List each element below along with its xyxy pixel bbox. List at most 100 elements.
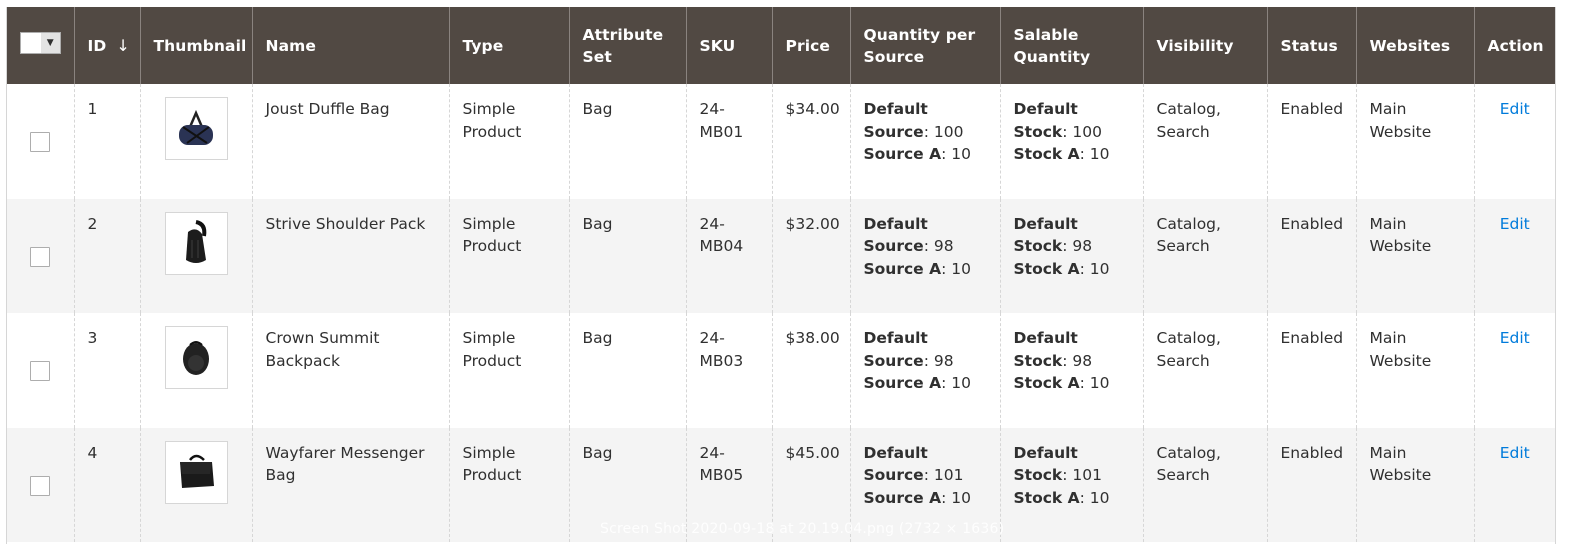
column-header-type[interactable]: Type: [448, 7, 569, 84]
edit-link[interactable]: Edit: [1500, 215, 1530, 233]
column-header-label: ID: [87, 36, 107, 55]
id-cell: 2: [73, 198, 140, 313]
column-header-status[interactable]: Status: [1266, 7, 1356, 84]
quantity-line: Source A: 10: [863, 259, 971, 278]
edit-link[interactable]: Edit: [1500, 100, 1530, 118]
column-header-sku[interactable]: SKU: [685, 7, 772, 84]
select-cell: [7, 427, 74, 542]
salable-quantity-cell: Default Stock: 98 Stock A: 10: [999, 198, 1143, 313]
row-checkbox[interactable]: [30, 132, 51, 152]
quantity-line: Default Source: 98: [863, 214, 954, 256]
thumbnail-cell: [139, 84, 252, 199]
product-thumbnail[interactable]: [164, 97, 228, 160]
type-cell: Simple Product: [448, 84, 569, 199]
quantity-value: 10: [1089, 374, 1110, 392]
websites-cell: Main Website: [1355, 427, 1474, 542]
quantity-line: Stock A: 10: [1013, 374, 1110, 392]
name-cell: Crown Summit Backpack: [251, 313, 449, 428]
caret-down-icon[interactable]: ▼: [40, 33, 60, 53]
quantity-value: 98: [1072, 237, 1093, 255]
action-cell: Edit: [1473, 427, 1555, 542]
column-header-visibility[interactable]: Visibility: [1142, 7, 1267, 84]
quantity-label: Source A: [863, 374, 942, 392]
quantity-label: Default Source: [863, 214, 928, 256]
visibility-cell: Catalog, Search: [1142, 84, 1267, 199]
id-cell: 1: [73, 84, 140, 199]
quantity-value: 98: [933, 351, 954, 370]
column-header-attribute-set[interactable]: Attribute Set: [568, 7, 686, 84]
product-thumbnail[interactable]: [164, 440, 228, 504]
price-cell: $34.00: [771, 84, 850, 199]
column-header-action: Action: [1473, 7, 1555, 84]
quantity-label: Default Source: [863, 329, 928, 370]
product-thumbnail[interactable]: [164, 211, 228, 275]
quantity-value: 10: [951, 259, 971, 278]
quantity-value: 10: [1089, 259, 1110, 278]
quantity-line: Source A: 10: [863, 145, 971, 163]
column-header-websites[interactable]: Websites: [1355, 7, 1474, 84]
column-header-thumbnail: Thumbnail: [139, 7, 252, 84]
row-checkbox[interactable]: [30, 246, 51, 267]
product-thumbnail[interactable]: [164, 326, 228, 389]
quantity-line: Stock A: 10: [1013, 488, 1110, 507]
websites-cell: Main Website: [1355, 198, 1474, 313]
quantity-label: Source A: [863, 259, 942, 278]
column-header-name[interactable]: Name: [251, 7, 449, 84]
mass-select-dropdown[interactable]: ▼: [19, 32, 61, 54]
thumbnail-cell: [139, 313, 252, 428]
websites-cell: Main Website: [1355, 313, 1474, 428]
quantity-label: Default Source: [863, 100, 928, 141]
column-header-id[interactable]: ID ↓: [73, 7, 140, 84]
edit-link[interactable]: Edit: [1500, 444, 1530, 462]
quantity-line: Default Source: 101: [863, 443, 964, 485]
quantity-value: 98: [1072, 351, 1093, 370]
status-cell: Enabled: [1266, 427, 1356, 542]
edit-link[interactable]: Edit: [1500, 329, 1530, 347]
quantity-per-source-cell: Default Source: 100 Source A: 10: [849, 84, 1000, 199]
price-cell: $32.00: [771, 198, 850, 313]
visibility-cell: Catalog, Search: [1142, 198, 1267, 313]
salable-quantity-cell: Default Stock: 101 Stock A: 10: [999, 427, 1143, 542]
attribute-set-cell: Bag: [568, 198, 686, 313]
id-cell: 3: [73, 313, 140, 428]
quantity-line: Default Source: 100: [863, 100, 964, 141]
sku-cell: 24-MB03: [685, 313, 772, 428]
select-cell: [7, 198, 74, 313]
column-header-price[interactable]: Price: [771, 7, 850, 84]
status-cell: Enabled: [1266, 84, 1356, 199]
messenger-bag-image: [180, 454, 214, 488]
thumbnail-cell: [139, 198, 252, 313]
quantity-line: Default Stock: 101: [1013, 443, 1102, 485]
name-cell: Strive Shoulder Pack: [251, 198, 449, 313]
quantity-label: Stock A: [1013, 259, 1080, 278]
mass-select-checkbox[interactable]: [20, 33, 41, 53]
quantity-label: Stock A: [1013, 374, 1080, 392]
column-header-select: ▼: [7, 7, 74, 84]
action-cell: Edit: [1473, 84, 1555, 199]
status-cell: Enabled: [1266, 198, 1356, 313]
thumbnail-cell: [139, 427, 252, 542]
row-checkbox[interactable]: [30, 361, 51, 381]
column-header-salable-quantity: Salable Quantity: [999, 7, 1143, 84]
quantity-label: Stock A: [1013, 488, 1080, 507]
visibility-cell: Catalog, Search: [1142, 313, 1267, 428]
quantity-value: 10: [951, 374, 971, 392]
quantity-line: Default Source: 98: [863, 329, 954, 370]
action-cell: Edit: [1473, 313, 1555, 428]
screenshot-filename-watermark: Screen Shot 2020-09-18 at 20.19.04.png (…: [600, 521, 1005, 537]
attribute-set-cell: Bag: [568, 313, 686, 428]
quantity-line: Stock A: 10: [1013, 259, 1110, 278]
sku-cell: 24-MB04: [685, 198, 772, 313]
type-cell: Simple Product: [448, 198, 569, 313]
table-row: 3 Crown Summit Backpack Simple Product B…: [7, 313, 1555, 428]
quantity-label: Source A: [863, 488, 942, 507]
quantity-line: Source A: 10: [863, 374, 971, 392]
sort-descending-icon: ↓: [116, 35, 130, 55]
quantity-label: Source A: [863, 145, 942, 163]
quantity-value: 100: [933, 122, 964, 141]
table-row: 2 Strive Shoulder Pack Simple Product Ba…: [7, 198, 1555, 313]
backpack-image: [183, 340, 209, 375]
row-checkbox[interactable]: [30, 475, 51, 496]
quantity-per-source-cell: Default Source: 98 Source A: 10: [849, 313, 1000, 428]
table-row: 1 Joust Duffle Bag Simple Product Bag 24…: [7, 84, 1555, 199]
